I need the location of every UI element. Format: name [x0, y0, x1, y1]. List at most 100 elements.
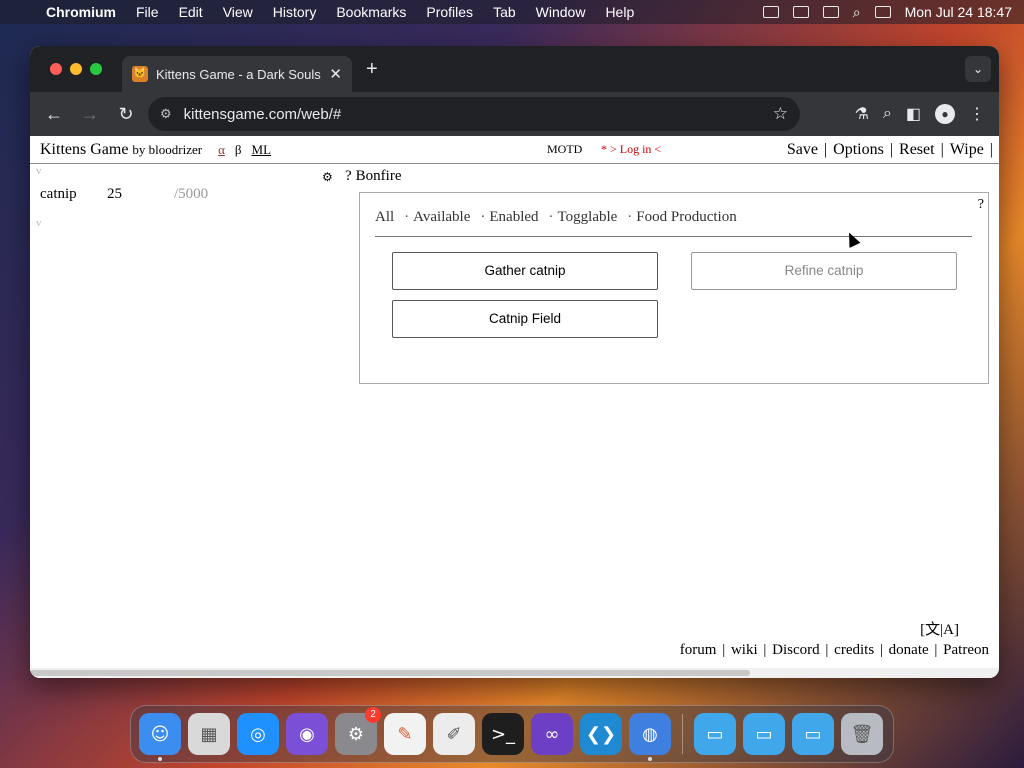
menu-help[interactable]: Help [595, 4, 644, 20]
bookmark-star-icon[interactable]: ☆ [773, 104, 788, 124]
panel-help-question[interactable]: ? [978, 197, 984, 213]
vscode-icon[interactable]: ❮❯ [580, 713, 622, 755]
options-link[interactable]: Options [833, 141, 884, 158]
resources-panel: v catnip 25 /5000 v [30, 165, 340, 235]
game-top-links: Save | Options | Reset | Wipe | [786, 140, 993, 158]
screen-mirroring-icon[interactable] [762, 6, 779, 18]
system-settings-icon[interactable]: ⚙ 2 [335, 707, 381, 755]
ml-link[interactable]: ML [252, 142, 272, 158]
horizontal-scrollbar[interactable] [30, 668, 999, 678]
menu-window[interactable]: Window [526, 4, 596, 20]
bonfire-section: ? Bonfire ? All · Available · Enabled · T… [345, 168, 995, 384]
url-text[interactable]: kittensgame.com/web/# [184, 106, 761, 123]
tab-strip: 🐱 Kittens Game - a Dark Souls ✕ + ⌄ [30, 46, 999, 92]
resource-name: catnip [40, 185, 77, 202]
resource-row-catnip: catnip 25 /5000 [30, 183, 340, 205]
donate-link[interactable]: donate [889, 642, 929, 658]
menu-bookmarks[interactable]: Bookmarks [326, 4, 416, 20]
freeform-icon[interactable]: ✎ [384, 713, 426, 755]
save-link[interactable]: Save [787, 141, 818, 158]
alpha-link[interactable]: α [218, 142, 225, 158]
tab-title: Kittens Game - a Dark Souls [156, 66, 321, 82]
game-header: Kittens Game by bloodrizer α β ML MOTD *… [30, 136, 999, 164]
filter-available[interactable]: Available [413, 209, 470, 236]
zoom-window-button[interactable] [90, 63, 102, 75]
safari-icon[interactable]: ◎ [237, 713, 279, 755]
filter-togglable[interactable]: Togglable [558, 209, 618, 236]
menu-tab[interactable]: Tab [483, 4, 526, 20]
clock[interactable]: Mon Jul 24 18:47 [905, 4, 1012, 20]
login-link[interactable]: * > Log in < [601, 142, 661, 157]
footer-links: forum | wiki | Discord | credits | donat… [679, 642, 989, 658]
menu-history[interactable]: History [263, 4, 327, 20]
control-center-icon[interactable] [874, 6, 891, 18]
wiki-link[interactable]: wiki [731, 642, 758, 658]
filter-all[interactable]: All [375, 209, 394, 236]
stage-manager-icon[interactable] [792, 6, 809, 18]
labs-flask-icon[interactable]: ⚗ [855, 104, 869, 124]
address-bar[interactable]: ⚙ kittensgame.com/web/# ☆ [148, 97, 800, 131]
section-header: ? Bonfire [345, 168, 995, 185]
back-arrow-icon[interactable]: ← [40, 100, 68, 128]
filter-food-production[interactable]: Food Production [636, 209, 736, 236]
patreon-link[interactable]: Patreon [943, 642, 989, 658]
more-menu-icon[interactable]: ⋮ [969, 104, 985, 124]
help-question[interactable]: ? [345, 168, 352, 184]
forward-arrow-icon[interactable]: → [76, 100, 104, 128]
menu-edit[interactable]: Edit [169, 4, 213, 20]
gather-catnip-button[interactable]: Gather catnip [392, 252, 658, 290]
trash-icon[interactable]: 🗑 [841, 713, 883, 755]
wipe-link[interactable]: Wipe [950, 141, 984, 158]
new-tab-icon[interactable]: + [366, 58, 378, 81]
browser-toolbar: ← → ↻ ⚙ kittensgame.com/web/# ☆ ⚗ ⌕ ◧ ● … [30, 92, 999, 136]
side-panel-icon[interactable]: ◧ [906, 104, 921, 124]
discord-link[interactable]: Discord [772, 642, 820, 658]
podcasts-icon[interactable]: ◉ [286, 713, 328, 755]
menu-app-name[interactable]: Chromium [36, 4, 126, 20]
visual-studio-icon[interactable]: ∞ [531, 713, 573, 755]
beta-link[interactable]: β [235, 142, 242, 158]
filter-enabled[interactable]: Enabled [489, 209, 538, 236]
reset-link[interactable]: Reset [899, 141, 935, 158]
close-window-button[interactable] [50, 63, 62, 75]
forum-link[interactable]: forum [680, 642, 717, 658]
terminal-icon[interactable]: >_ [482, 713, 524, 755]
kitten-favicon-icon: 🐱 [132, 66, 148, 82]
filter-tabs: All · Available · Enabled · Togglable · … [375, 209, 972, 237]
folder-icon[interactable]: ▭ [743, 713, 785, 755]
gear-icon[interactable]: ⚙ [322, 170, 333, 185]
textedit-icon[interactable]: ✐ [433, 713, 475, 755]
menu-profiles[interactable]: Profiles [416, 4, 483, 20]
collapse-caret[interactable]: v [30, 165, 340, 183]
tab-search-chevron-icon[interactable]: ⌄ [965, 56, 991, 82]
tab-kittens-game[interactable]: 🐱 Kittens Game - a Dark Souls ✕ [122, 56, 352, 92]
game-title: Kittens Game [40, 140, 129, 158]
finder-icon[interactable]: ☺ [139, 713, 181, 761]
reload-icon[interactable]: ↻ [112, 100, 140, 128]
minimize-window-button[interactable] [70, 63, 82, 75]
display-icon[interactable] [822, 6, 839, 18]
credits-link[interactable]: credits [834, 642, 874, 658]
dock-separator [682, 714, 683, 754]
launchpad-icon[interactable]: ▦ [188, 713, 230, 755]
language-toggle[interactable]: [文|A] [920, 618, 959, 639]
scrollbar-thumb[interactable] [30, 670, 750, 676]
collapse-caret-2[interactable]: v [30, 217, 340, 235]
folder-icon[interactable]: ▭ [694, 713, 736, 755]
dock: ☺ ▦ ◎ ◉ ⚙ 2 ✎ ✐ >_ ∞ ❮❯ ◍ ▭ ▭ ▭ 🗑 [130, 705, 894, 763]
menu-file[interactable]: File [126, 4, 169, 20]
browser-window: 🐱 Kittens Game - a Dark Souls ✕ + ⌄ ← → … [30, 46, 999, 678]
folder-icon[interactable]: ▭ [792, 713, 834, 755]
resource-amount: 25 [107, 185, 122, 202]
refine-catnip-button[interactable]: Refine catnip [691, 252, 957, 290]
profile-avatar-icon[interactable]: ● [935, 104, 955, 124]
search-icon[interactable]: ⌕ [883, 105, 892, 123]
motd-link[interactable]: MOTD [547, 142, 582, 157]
bonfire-panel: ? All · Available · Enabled · Togglable … [359, 192, 989, 384]
site-info-icon[interactable]: ⚙ [160, 106, 172, 122]
menu-view[interactable]: View [213, 4, 263, 20]
close-tab-icon[interactable]: ✕ [329, 65, 342, 83]
spotlight-search-icon[interactable]: ⌕ [853, 4, 861, 21]
chromium-icon[interactable]: ◍ [629, 713, 671, 761]
catnip-field-button[interactable]: Catnip Field [392, 300, 658, 338]
